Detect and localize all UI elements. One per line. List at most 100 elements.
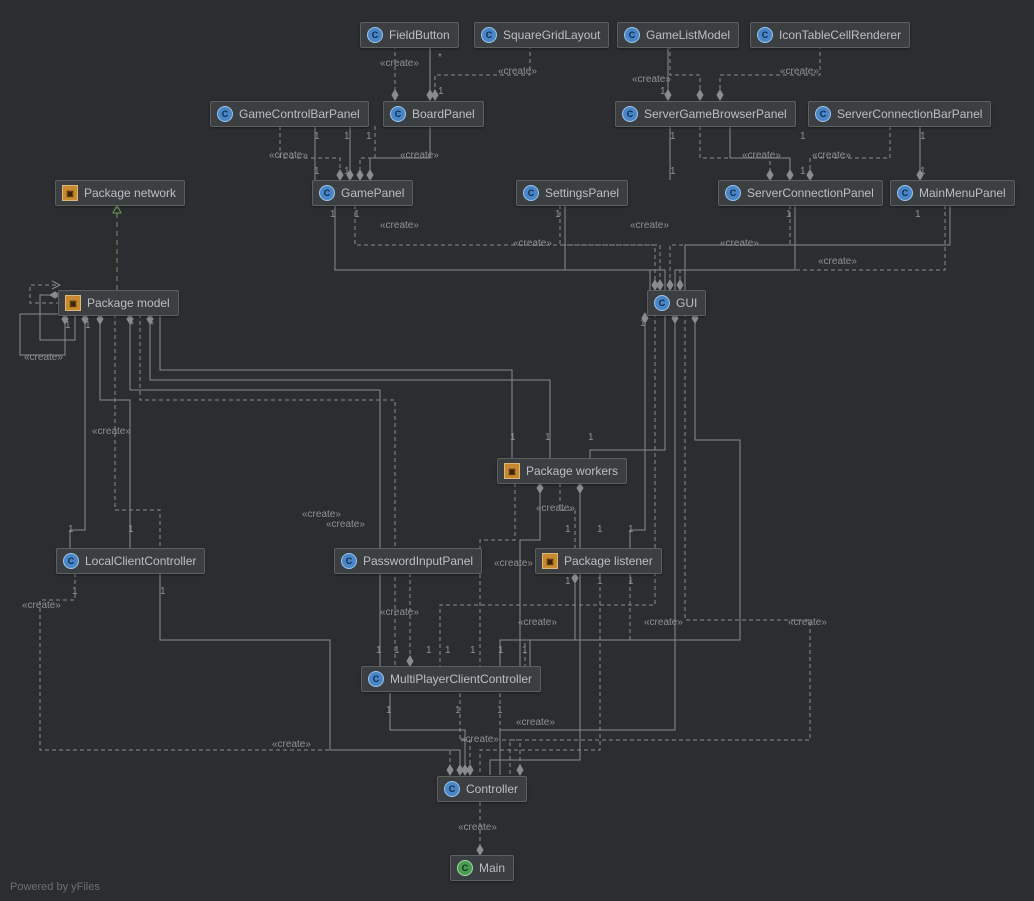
lbl-one: 1: [314, 131, 320, 142]
lbl-create: «create»: [630, 220, 669, 231]
class-icon: C: [654, 295, 670, 311]
node-label: Package model: [87, 296, 170, 310]
lbl-one: 1: [628, 524, 634, 535]
class-Main[interactable]: C Main: [450, 855, 514, 881]
node-label: FieldButton: [389, 28, 450, 42]
lbl-one: 1: [800, 166, 806, 177]
lbl-create: «create»: [536, 503, 575, 514]
lbl-create: «create»: [302, 509, 341, 520]
lbl-one: 1: [470, 645, 476, 656]
lbl-create: «create»: [458, 822, 497, 833]
lbl-create: «create»: [272, 739, 311, 750]
lbl-create: «create»: [326, 519, 365, 530]
node-label: SquareGridLayout: [503, 28, 600, 42]
node-label: GameListModel: [646, 28, 730, 42]
lbl-star: *: [150, 320, 154, 331]
class-icon: C: [523, 185, 539, 201]
lbl-one: 1: [128, 524, 134, 535]
class-icon: C: [63, 553, 79, 569]
lbl-one: 1: [670, 166, 676, 177]
node-label: MainMenuPanel: [919, 186, 1006, 200]
class-GamePanel[interactable]: C GamePanel: [312, 180, 413, 206]
lbl-one: 1: [555, 209, 561, 220]
class-icon: C: [444, 781, 460, 797]
lbl-one: 1: [670, 131, 676, 142]
lbl-create: «create»: [460, 734, 499, 745]
class-icon: C: [341, 553, 357, 569]
lbl-create: «create»: [494, 558, 533, 569]
lbl-one: 1: [510, 432, 516, 443]
lbl-one: 1: [565, 576, 571, 587]
node-label: SettingsPanel: [545, 186, 619, 200]
lbl-create: «create»: [380, 607, 419, 618]
class-GameControlBarPanel[interactable]: C GameControlBarPanel: [210, 101, 369, 127]
class-BoardPanel[interactable]: C BoardPanel: [383, 101, 484, 127]
class-GameListModel[interactable]: C GameListModel: [617, 22, 739, 48]
lbl-one: 1: [800, 131, 806, 142]
class-SquareGridLayout[interactable]: C SquareGridLayout: [474, 22, 609, 48]
lbl-create: «create»: [720, 238, 759, 249]
node-label: ServerConnectionPanel: [747, 186, 874, 200]
lbl-one: 1: [920, 166, 926, 177]
class-PasswordInputPanel[interactable]: C PasswordInputPanel: [334, 548, 482, 574]
lbl-create: «create»: [788, 617, 827, 628]
class-icon: C: [457, 860, 473, 876]
class-LocalClientController[interactable]: C LocalClientController: [56, 548, 205, 574]
lbl-create: «create»: [644, 617, 683, 628]
lbl-one: 1: [920, 131, 926, 142]
package-listener[interactable]: ▣ Package listener: [535, 548, 662, 574]
lbl-create: «create»: [818, 256, 857, 267]
lbl-one: 1: [344, 166, 350, 177]
lbl-one: 1: [344, 131, 350, 142]
class-icon: C: [815, 106, 831, 122]
class-GUI[interactable]: C GUI: [647, 290, 706, 316]
node-label: Package listener: [564, 554, 653, 568]
class-MainMenuPanel[interactable]: C MainMenuPanel: [890, 180, 1015, 206]
class-SettingsPanel[interactable]: C SettingsPanel: [516, 180, 628, 206]
class-ServerConnectionPanel[interactable]: C ServerConnectionPanel: [718, 180, 883, 206]
class-MultiPlayerClientController[interactable]: C MultiPlayerClientController: [361, 666, 541, 692]
class-Controller[interactable]: C Controller: [437, 776, 527, 802]
lbl-one: 1: [72, 586, 78, 597]
diagram-canvas: C FieldButton C SquareGridLayout C GameL…: [0, 0, 1034, 901]
package-workers[interactable]: ▣ Package workers: [497, 458, 627, 484]
class-ServerGameBrowserPanel[interactable]: C ServerGameBrowserPanel: [615, 101, 796, 127]
lbl-one: 1: [628, 576, 634, 587]
lbl-star: *: [130, 320, 134, 331]
node-label: Package workers: [526, 464, 618, 478]
lbl-one: 1: [160, 586, 166, 597]
lbl-create: «create»: [400, 150, 439, 161]
footer-text: Powered by yFiles: [10, 881, 100, 893]
package-icon: ▣: [542, 553, 558, 569]
node-label: GUI: [676, 296, 697, 310]
node-label: PasswordInputPanel: [363, 554, 473, 568]
class-icon: C: [367, 27, 383, 43]
class-icon: C: [481, 27, 497, 43]
lbl-one: 1: [68, 524, 74, 535]
lbl-one: 1: [498, 645, 504, 656]
class-icon: C: [725, 185, 741, 201]
class-icon: C: [390, 106, 406, 122]
lbl-one: 1: [497, 705, 503, 716]
node-label: LocalClientController: [85, 554, 196, 568]
node-label: MultiPlayerClientController: [390, 672, 532, 686]
lbl-create: «create»: [780, 66, 819, 77]
lbl-one: 1: [455, 705, 461, 716]
class-FieldButton[interactable]: C FieldButton: [360, 22, 459, 48]
class-icon: C: [368, 671, 384, 687]
class-IconTableCellRenderer[interactable]: C IconTableCellRenderer: [750, 22, 910, 48]
lbl-one: 1: [640, 318, 646, 329]
package-network[interactable]: ▣ Package network: [55, 180, 185, 206]
edges-layer: [0, 0, 1034, 901]
node-label: Main: [479, 861, 505, 875]
package-model[interactable]: ▣ Package model: [58, 290, 179, 316]
node-label: IconTableCellRenderer: [779, 28, 901, 42]
lbl-one: 1: [426, 645, 432, 656]
lbl-one: 1: [314, 166, 320, 177]
node-label: BoardPanel: [412, 107, 475, 121]
lbl-create: «create»: [812, 150, 851, 161]
lbl-one: 1: [85, 320, 91, 331]
class-ServerConnectionBarPanel[interactable]: C ServerConnectionBarPanel: [808, 101, 991, 127]
lbl-create: «create»: [516, 717, 555, 728]
lbl-one: 1: [660, 86, 666, 97]
